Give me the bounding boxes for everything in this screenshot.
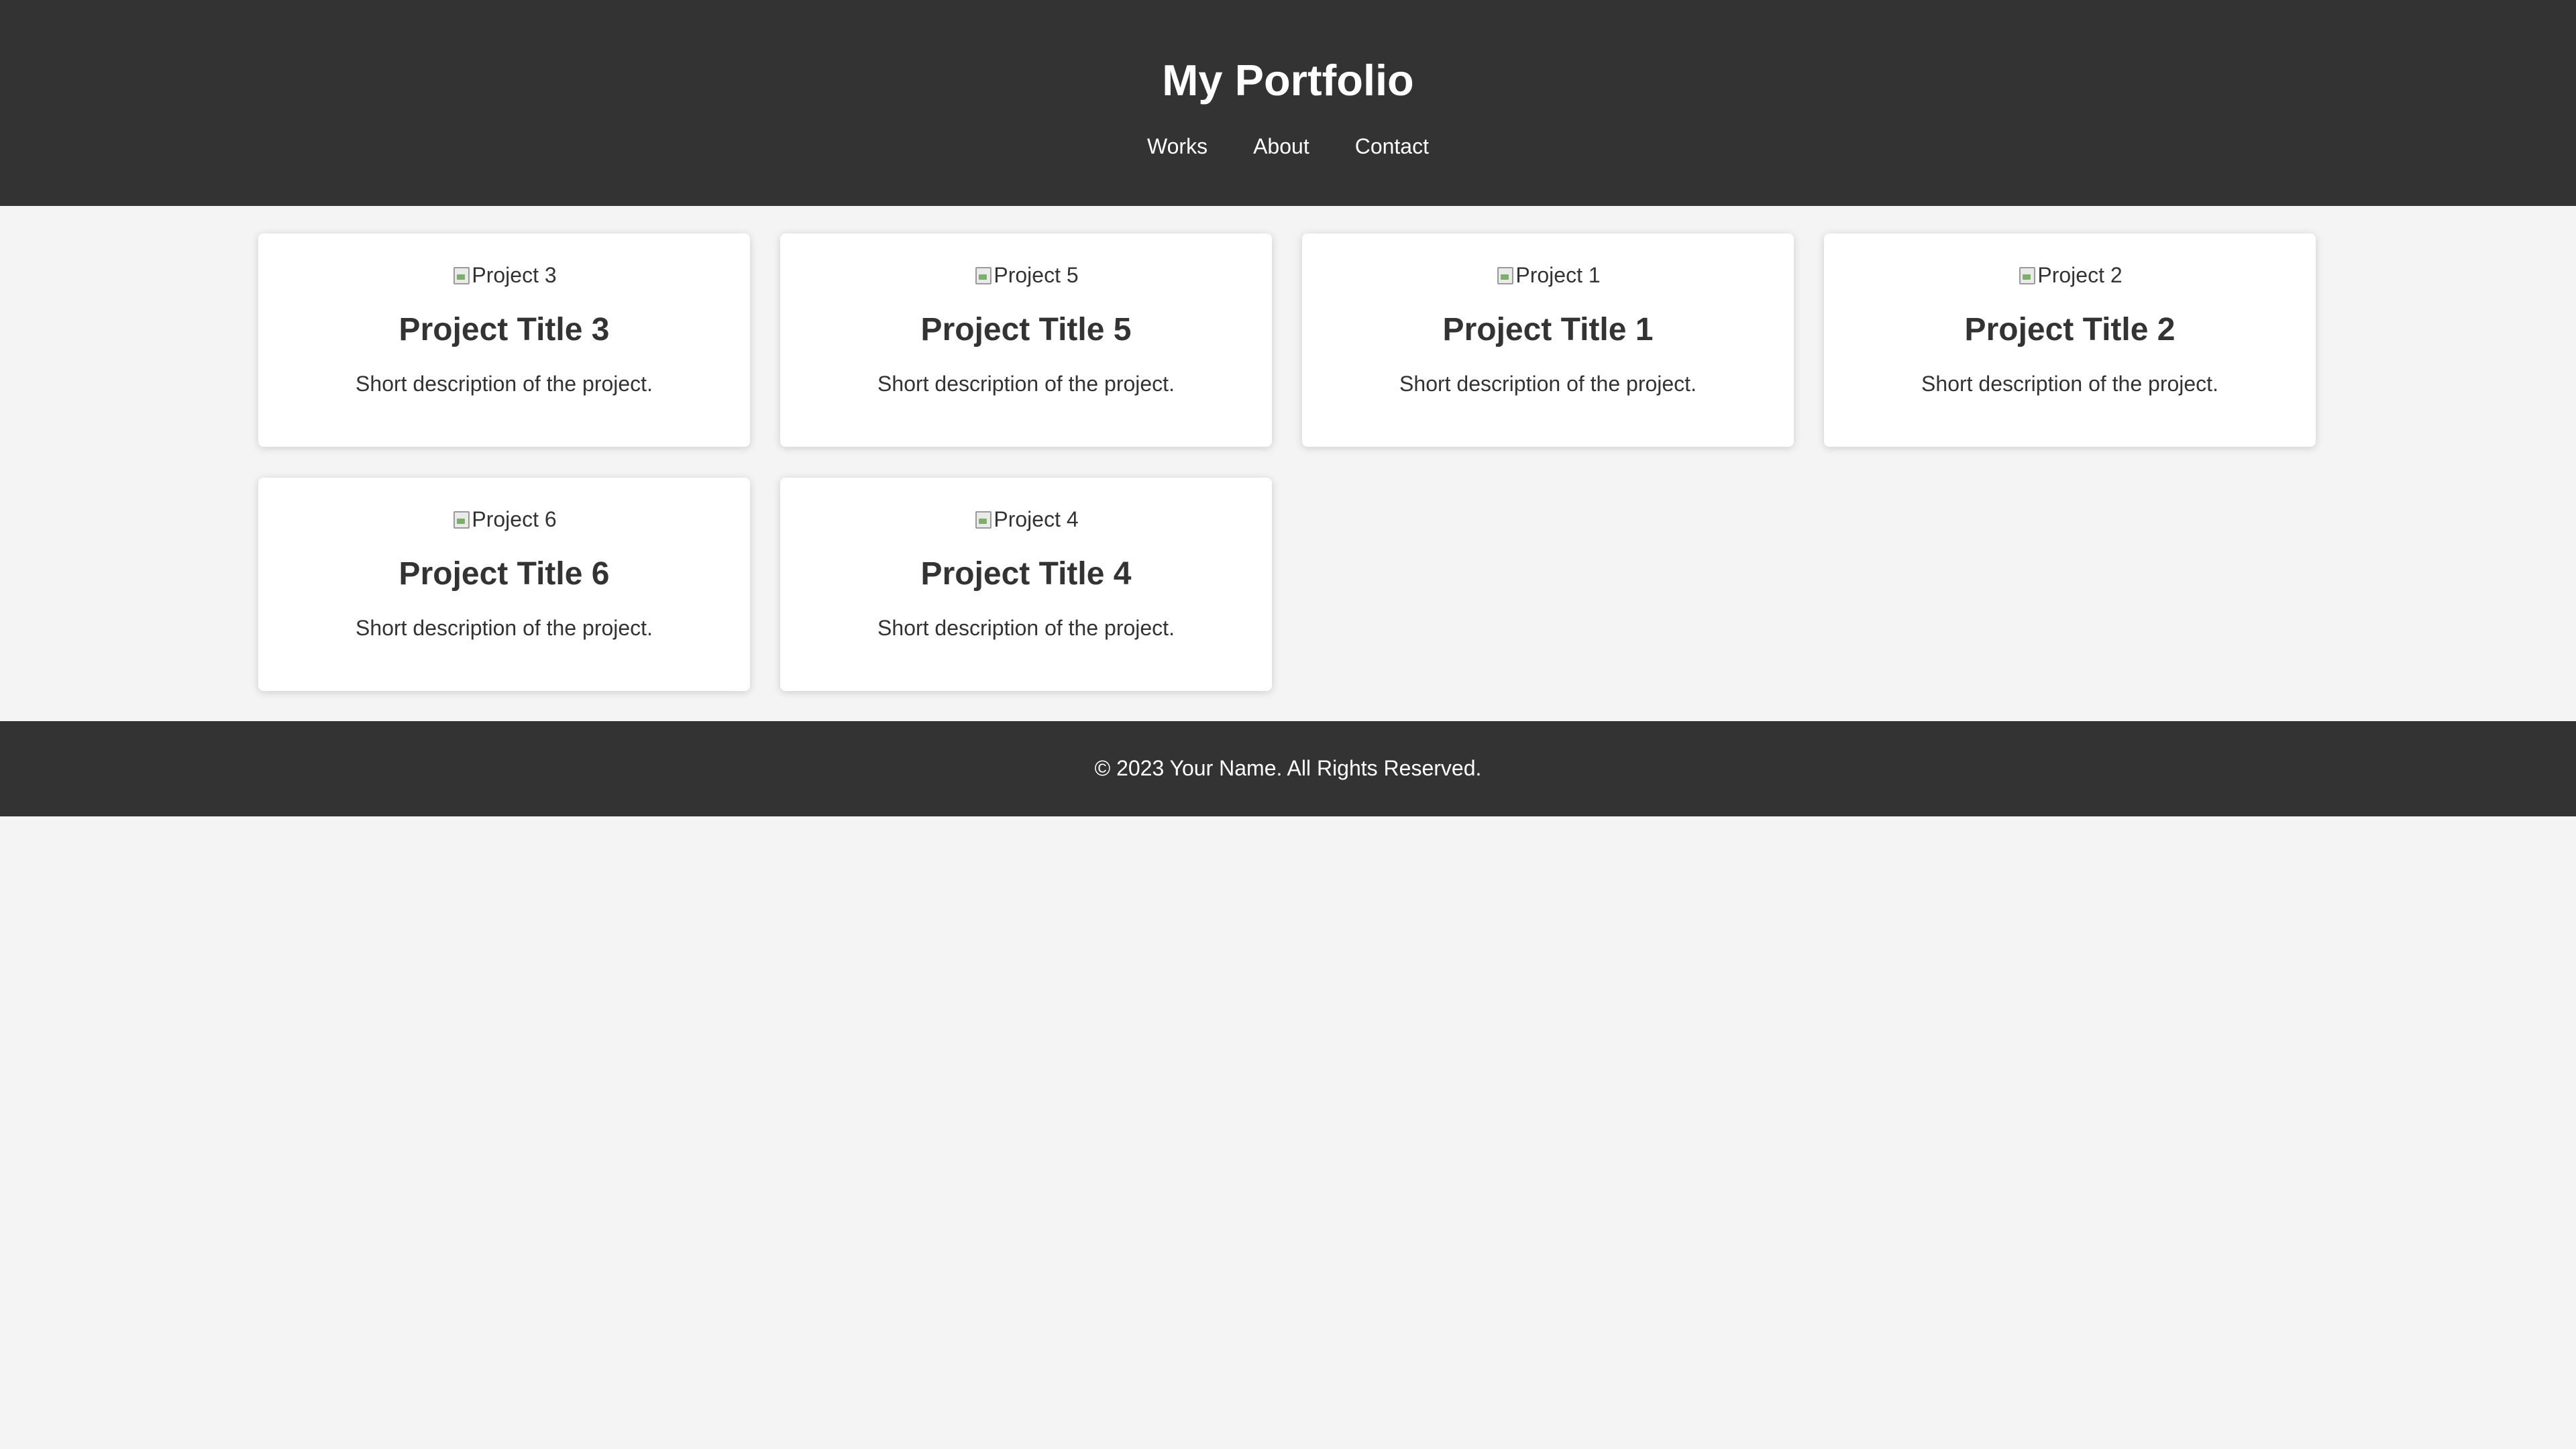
project-description: Short description of the project.: [1921, 372, 2218, 396]
main-nav: Works About Contact: [0, 131, 2576, 161]
project-image: Project 5: [780, 260, 1272, 290]
project-title: Project Title 6: [398, 556, 610, 592]
broken-image-icon: [2017, 265, 2036, 285]
project-image: Project 1: [1302, 260, 1794, 290]
site-title: My Portfolio: [1162, 56, 1414, 105]
project-card[interactable]: Project 1 Project Title 1 Short descript…: [1302, 233, 1794, 447]
project-title: Project Title 4: [920, 556, 1132, 592]
project-title: Project Title 5: [920, 312, 1132, 347]
project-image-alt: Project 5: [994, 263, 1079, 287]
project-card[interactable]: Project 5 Project Title 5 Short descript…: [780, 233, 1272, 447]
broken-image-icon: [451, 265, 470, 285]
site-footer: © 2023 Your Name. All Rights Reserved.: [0, 721, 2576, 816]
project-image: Project 2: [1824, 260, 2316, 290]
project-image-alt: Project 2: [2037, 263, 2123, 287]
project-description: Short description of the project.: [356, 372, 653, 396]
broken-image-icon: [1495, 265, 1514, 285]
project-image-alt: Project 4: [994, 507, 1079, 531]
project-image: Project 4: [780, 504, 1272, 534]
project-image: Project 3: [258, 260, 750, 290]
project-image-alt: Project 1: [1515, 263, 1601, 287]
project-description: Short description of the project.: [877, 616, 1175, 640]
project-title: Project Title 1: [1442, 312, 1654, 347]
project-description: Short description of the project.: [877, 372, 1175, 396]
project-card[interactable]: Project 3 Project Title 3 Short descript…: [258, 233, 750, 447]
broken-image-icon: [973, 509, 992, 529]
project-card[interactable]: Project 6 Project Title 6 Short descript…: [258, 478, 750, 691]
project-image-alt: Project 6: [472, 507, 557, 531]
project-description: Short description of the project.: [1399, 372, 1697, 396]
project-image: Project 6: [258, 504, 750, 534]
project-card[interactable]: Project 2 Project Title 2 Short descript…: [1824, 233, 2316, 447]
nav-link-contact[interactable]: Contact: [1332, 131, 1452, 161]
project-description: Short description of the project.: [356, 616, 653, 640]
broken-image-icon: [451, 509, 470, 529]
broken-image-icon: [973, 265, 992, 285]
project-card[interactable]: Project 4 Project Title 4 Short descript…: [780, 478, 1272, 691]
project-title: Project Title 2: [1964, 312, 2176, 347]
nav-link-about[interactable]: About: [1230, 131, 1332, 161]
project-title: Project Title 3: [398, 312, 610, 347]
nav-link-works[interactable]: Works: [1124, 131, 1230, 161]
footer-copyright: © 2023 Your Name. All Rights Reserved.: [1094, 756, 1482, 780]
site-header: My Portfolio Works About Contact: [0, 0, 2576, 206]
project-image-alt: Project 3: [472, 263, 557, 287]
